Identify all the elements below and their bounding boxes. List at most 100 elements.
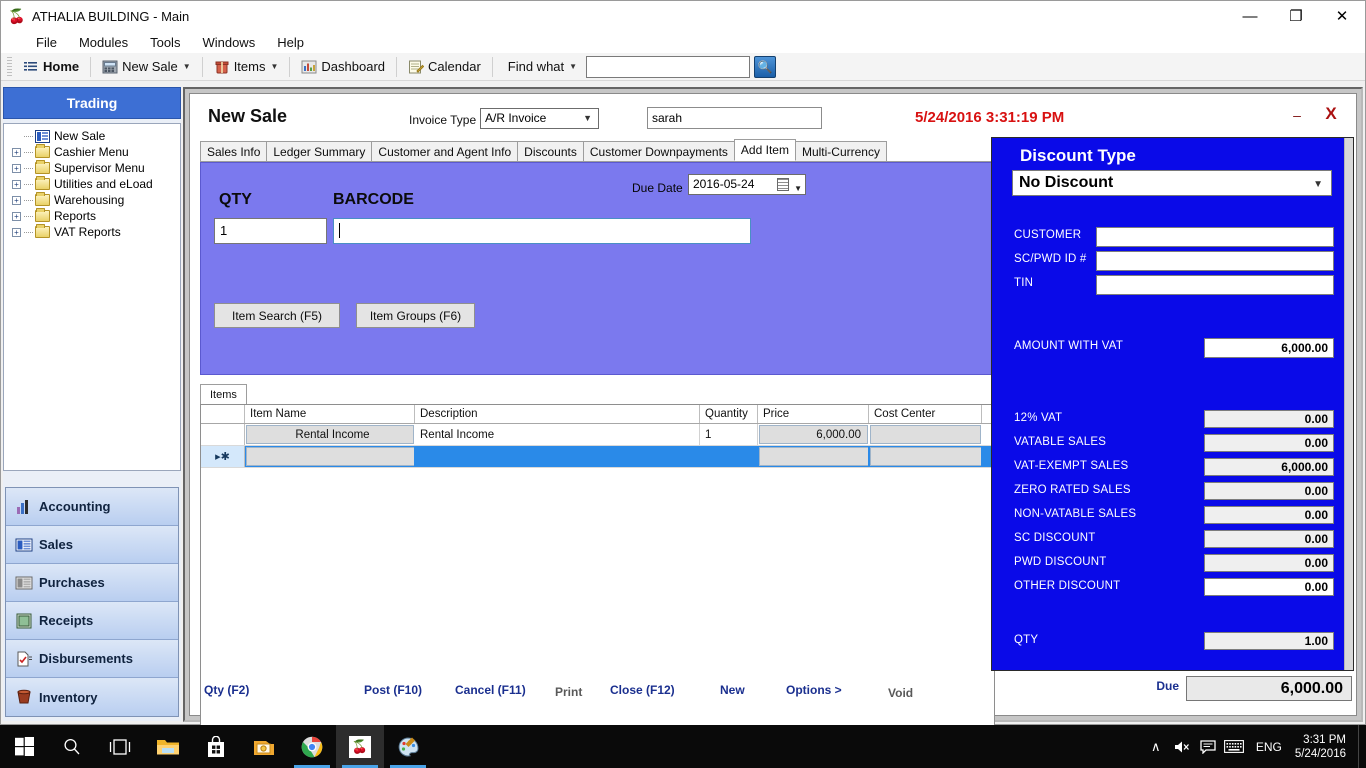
column-header-item-name[interactable]: Item Name	[245, 405, 415, 423]
menu-modules[interactable]: Modules	[68, 33, 139, 52]
sidebar-item-cashier-menu[interactable]: + Cashier Menu	[6, 144, 178, 160]
toolbar-dashboard-button[interactable]: Dashboard	[295, 55, 391, 79]
item-search-button[interactable]: Item Search (F5)	[214, 303, 340, 328]
close-form-button[interactable]: X	[1320, 104, 1342, 124]
expand-icon[interactable]: +	[12, 147, 21, 157]
expand-icon[interactable]: +	[12, 179, 21, 189]
search-icon[interactable]: 🔍	[754, 55, 777, 78]
tab-customer-downpayments[interactable]: Customer Downpayments	[582, 141, 735, 161]
expand-icon[interactable]: +	[12, 195, 21, 205]
toolbar-calendar-button[interactable]: Calendar	[402, 55, 487, 79]
sidebar-item-vat-reports[interactable]: + VAT Reports	[6, 224, 178, 240]
expand-icon[interactable]: +	[12, 227, 21, 237]
other-discount-value[interactable]: 0.00	[1204, 578, 1334, 596]
close-window-button[interactable]: ✕	[1319, 1, 1365, 31]
sidebar-button-purchases[interactable]: Purchases	[6, 564, 178, 602]
tab-customer-and-agent-info[interactable]: Customer and Agent Info	[371, 141, 519, 161]
print-button[interactable]: Print	[555, 685, 582, 699]
tab-ledger-summary[interactable]: Ledger Summary	[266, 141, 373, 161]
volume-muted-icon[interactable]	[1169, 725, 1195, 768]
search-input[interactable]	[586, 55, 751, 78]
cell-quantity[interactable]: 1	[700, 424, 758, 445]
cell-cost-center[interactable]	[870, 447, 981, 466]
toolbar-items-button[interactable]: Items ▼	[208, 55, 285, 79]
discount-type-select[interactable]: No Discount ▼	[1012, 170, 1332, 196]
store-button[interactable]	[192, 725, 240, 768]
menu-windows[interactable]: Windows	[191, 33, 266, 52]
chevron-down-icon[interactable]: ▼	[569, 62, 577, 71]
paint-button[interactable]	[384, 725, 432, 768]
chevron-down-icon[interactable]: ▼	[183, 62, 191, 71]
tray-chevron-up-icon[interactable]: ∧	[1143, 725, 1169, 768]
table-row[interactable]: ▸✱	[201, 446, 994, 468]
column-header-cost-center[interactable]: Cost Center	[869, 405, 982, 423]
qty-input[interactable]: 1	[214, 218, 327, 244]
cell-description[interactable]: Rental Income	[415, 424, 700, 445]
show-desktop-button[interactable]	[1358, 725, 1366, 768]
chrome-button[interactable]	[288, 725, 336, 768]
menu-file[interactable]: File	[25, 33, 68, 52]
cancel-f11-button[interactable]: Cancel (F11)	[455, 683, 526, 697]
sidebar-button-sales[interactable]: Sales	[6, 526, 178, 564]
tab-multi-currency[interactable]: Multi-Currency	[794, 141, 887, 161]
invoice-type-select[interactable]: A/R Invoice ▼	[480, 108, 599, 129]
tab-discounts[interactable]: Discounts	[517, 141, 584, 161]
tab-items[interactable]: Items	[200, 384, 247, 404]
void-button[interactable]: Void	[888, 686, 913, 700]
keyboard-icon[interactable]	[1221, 725, 1247, 768]
sidebar-item-new-sale[interactable]: New Sale	[6, 128, 178, 144]
language-indicator[interactable]: ENG	[1247, 740, 1291, 754]
sidebar-item-supervisor-menu[interactable]: + Supervisor Menu	[6, 160, 178, 176]
toolbar-new-sale-button[interactable]: New Sale ▼	[96, 55, 197, 79]
cell-item-name[interactable]	[246, 447, 414, 466]
sidebar-item-utilities-and-eload[interactable]: + Utilities and eLoad	[6, 176, 178, 192]
table-row[interactable]: Rental Income Rental Income 1 6,000.00	[201, 424, 994, 446]
sidebar-button-inventory[interactable]: Inventory	[6, 678, 178, 716]
toolbar-find-what-button[interactable]: Find what ▼	[498, 55, 583, 79]
maximize-window-button[interactable]: ❐	[1273, 1, 1319, 31]
expand-icon[interactable]: +	[12, 211, 21, 221]
cell-quantity[interactable]	[700, 446, 758, 467]
column-header-price[interactable]: Price	[758, 405, 869, 423]
taskbar-clock[interactable]: 3:31 PM 5/24/2016	[1291, 733, 1358, 761]
sc-pwd-id-input[interactable]	[1096, 251, 1334, 271]
close-f12-button[interactable]: Close (F12)	[610, 683, 675, 697]
athalia-app-button[interactable]: 🍒	[336, 725, 384, 768]
sidebar-button-disbursements[interactable]: Disbursements	[6, 640, 178, 678]
new-button[interactable]: New	[720, 683, 745, 697]
mail-button[interactable]	[240, 725, 288, 768]
expand-icon[interactable]: +	[12, 163, 21, 173]
cell-price[interactable]	[759, 447, 868, 466]
tab-add-item[interactable]: Add Item	[733, 139, 796, 161]
tin-input[interactable]	[1096, 275, 1334, 295]
file-explorer-button[interactable]	[144, 725, 192, 768]
item-groups-button[interactable]: Item Groups (F6)	[356, 303, 475, 328]
chevron-down-icon[interactable]: ▼	[270, 62, 278, 71]
sidebar-button-receipts[interactable]: Receipts	[6, 602, 178, 640]
due-date-picker[interactable]: 2016-05-24 ▼	[688, 174, 806, 195]
menu-tools[interactable]: Tools	[139, 33, 191, 52]
taskbar-search-button[interactable]	[48, 725, 96, 768]
cell-description[interactable]	[415, 446, 700, 467]
toolbar-grip[interactable]	[7, 56, 12, 77]
cell-price[interactable]: 6,000.00	[759, 425, 868, 444]
start-button[interactable]	[0, 725, 48, 768]
options-button[interactable]: Options >	[786, 683, 842, 697]
action-center-icon[interactable]	[1195, 725, 1221, 768]
user-field[interactable]: sarah	[647, 107, 822, 129]
barcode-input[interactable]	[333, 218, 751, 244]
qty-f2-button[interactable]: Qty (F2)	[204, 683, 249, 697]
menu-help[interactable]: Help	[266, 33, 315, 52]
task-view-button[interactable]	[96, 725, 144, 768]
sidebar-button-accounting[interactable]: Accounting	[6, 488, 178, 526]
toolbar-home-button[interactable]: Home	[17, 55, 85, 79]
cell-cost-center[interactable]	[870, 425, 981, 444]
customer-input[interactable]	[1096, 227, 1334, 247]
summary-scrollbar[interactable]	[1344, 138, 1353, 670]
minimize-window-button[interactable]: —	[1227, 1, 1273, 31]
column-header-description[interactable]: Description	[415, 405, 700, 423]
post-f10-button[interactable]: Post (F10)	[364, 683, 422, 697]
minimize-form-button[interactable]: –	[1286, 108, 1308, 126]
cell-item-name[interactable]: Rental Income	[246, 425, 414, 444]
sidebar-item-warehousing[interactable]: + Warehousing	[6, 192, 178, 208]
